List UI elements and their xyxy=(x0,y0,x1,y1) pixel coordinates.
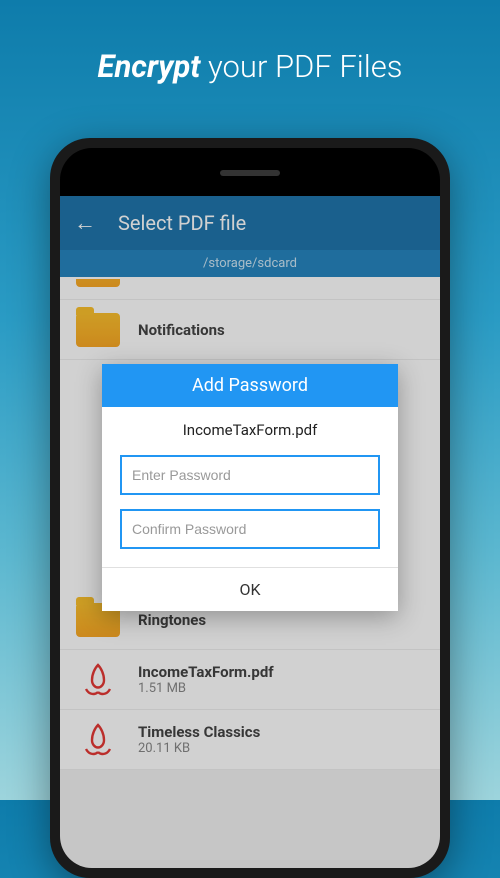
phone-frame: ← Select PDF file /storage/sdcard Notifi… xyxy=(50,138,450,878)
ok-button[interactable]: OK xyxy=(102,567,398,611)
phone-bezel: ← Select PDF file /storage/sdcard Notifi… xyxy=(60,148,440,868)
phone-screen: ← Select PDF file /storage/sdcard Notifi… xyxy=(60,196,440,868)
promo-headline: Encrypt your PDF Files xyxy=(0,0,500,85)
confirm-password-input[interactable] xyxy=(120,509,380,549)
add-password-dialog: Add Password IncomeTaxForm.pdf OK xyxy=(102,364,398,611)
dialog-body: IncomeTaxForm.pdf xyxy=(102,407,398,567)
headline-bold: Encrypt xyxy=(98,48,201,85)
password-input[interactable] xyxy=(120,455,380,495)
dialog-title: Add Password xyxy=(102,364,398,407)
dialog-filename: IncomeTaxForm.pdf xyxy=(120,421,380,439)
phone-speaker xyxy=(220,170,280,176)
headline-rest: your PDF Files xyxy=(200,48,402,85)
